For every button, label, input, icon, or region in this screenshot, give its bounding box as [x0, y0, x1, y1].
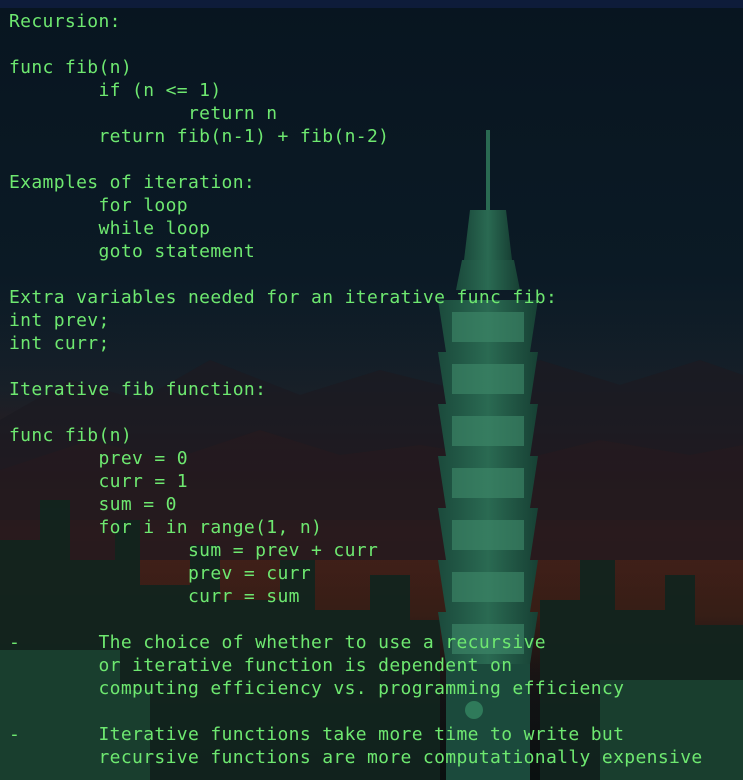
terminal-line: Examples of iteration:: [9, 172, 256, 193]
terminal-window: Recursion: func fib(n) if (n <= 1) return…: [0, 0, 743, 780]
terminal-line: curr = sum: [9, 586, 300, 607]
terminal-line: Recursion:: [9, 11, 121, 32]
terminal-line: computing efficiency vs. programming eff…: [9, 678, 625, 699]
terminal-line: if (n <= 1): [9, 80, 222, 101]
terminal-line: curr = 1: [9, 471, 188, 492]
terminal-line: for loop: [9, 195, 188, 216]
terminal-line: return fib(n-1) + fib(n-2): [9, 126, 390, 147]
terminal-line: goto statement: [9, 241, 256, 262]
terminal-line: sum = prev + curr: [9, 540, 379, 561]
terminal-line: int prev;: [9, 310, 110, 331]
terminal-line: Extra variables needed for an iterative …: [9, 287, 558, 308]
terminal-line: while loop: [9, 218, 211, 239]
terminal-line: or iterative function is dependent on: [9, 655, 513, 676]
terminal-line: prev = curr: [9, 563, 312, 584]
terminal-line: func fib(n): [9, 57, 133, 78]
terminal-line: recursive functions are more computation…: [9, 747, 703, 768]
terminal-line: func fib(n): [9, 425, 133, 446]
terminal-line: sum = 0: [9, 494, 177, 515]
terminal-line: for i in range(1, n): [9, 517, 323, 538]
terminal-line: int curr;: [9, 333, 110, 354]
terminal-text: Recursion: func fib(n) if (n <= 1) return…: [9, 10, 703, 769]
terminal-line: - Iterative functions take more time to …: [9, 724, 625, 745]
terminal-line: prev = 0: [9, 448, 188, 469]
terminal-line: - The choice of whether to use a recursi…: [9, 632, 546, 653]
terminal-line: Iterative fib function:: [9, 379, 267, 400]
terminal-line: return n: [9, 103, 278, 124]
